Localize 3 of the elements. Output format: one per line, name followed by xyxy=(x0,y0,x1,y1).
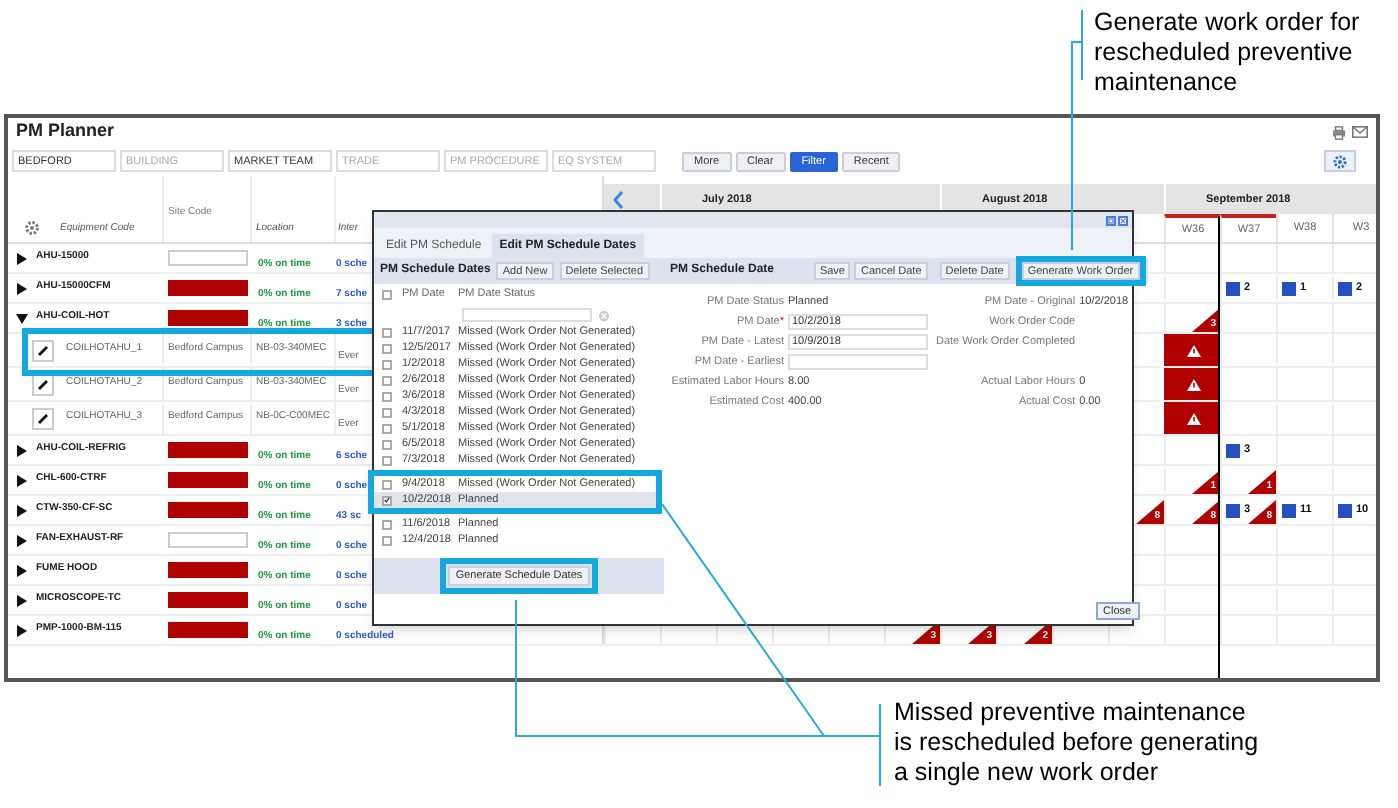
callout-text: Generate work order for rescheduled preventive maintenance xyxy=(1094,8,1360,98)
callout-text: Missed preventive maintenance is rescheduled before generating a single new work order xyxy=(894,698,1259,788)
app-title: PM Planner xyxy=(16,118,115,145)
